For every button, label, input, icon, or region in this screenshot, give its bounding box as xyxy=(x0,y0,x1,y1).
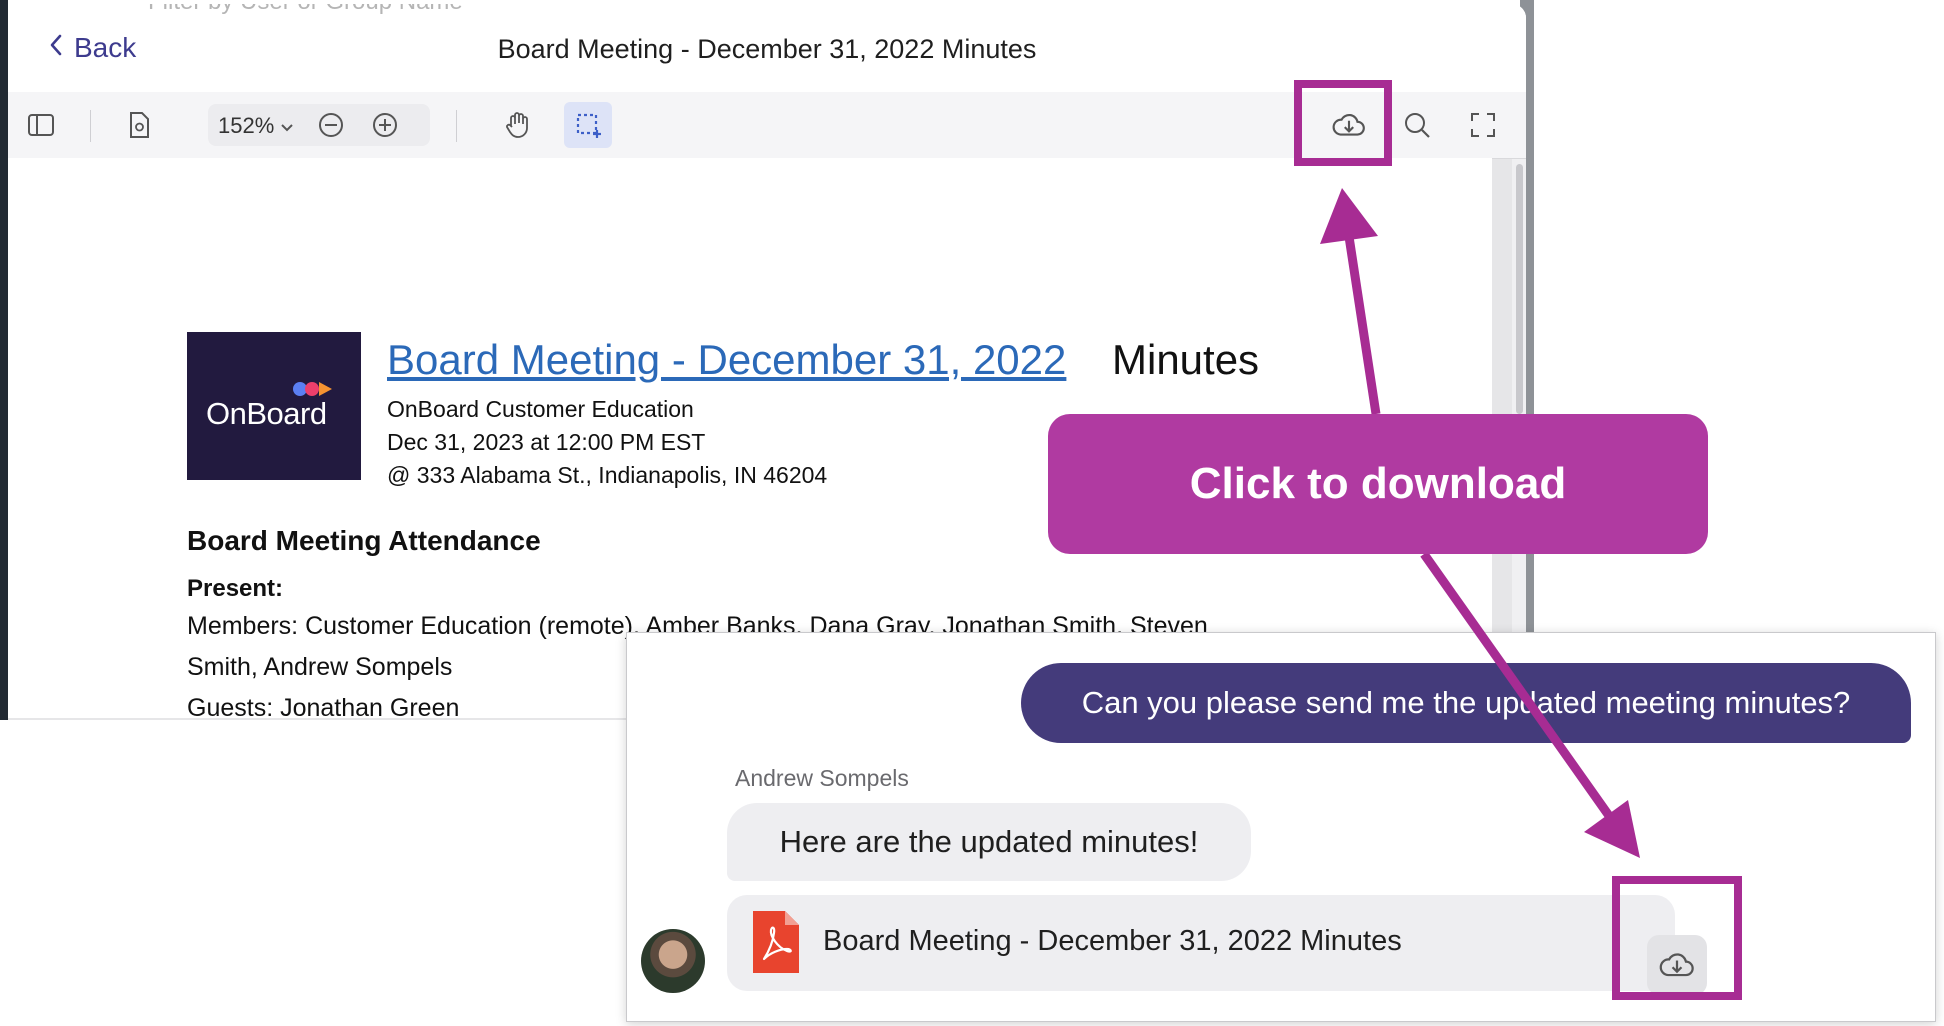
zoom-select[interactable]: 152% xyxy=(218,113,294,139)
sidebar-toggle-icon[interactable] xyxy=(22,106,60,144)
scrollbar-thumb[interactable] xyxy=(1516,164,1523,414)
search-icon[interactable] xyxy=(1398,106,1436,144)
background-app-strip xyxy=(0,0,8,720)
zoom-level: 152% xyxy=(218,113,275,138)
present-label: Present: xyxy=(187,575,284,602)
fullscreen-icon[interactable] xyxy=(1464,106,1502,144)
attachment-name: Board Meeting - December 31, 2022 Minute… xyxy=(823,925,1402,957)
select-tool-icon[interactable] xyxy=(564,102,612,148)
hand-tool-icon[interactable] xyxy=(498,106,536,144)
logo-text: OnBoard xyxy=(206,396,327,431)
zoom-control: 152% xyxy=(208,104,430,146)
outgoing-message-text: Can you please send me the updated meeti… xyxy=(1081,685,1851,720)
download-callout: Click to download xyxy=(1048,414,1708,554)
page-settings-icon[interactable] xyxy=(120,106,158,144)
zoom-out-icon[interactable] xyxy=(312,106,350,144)
zoom-in-icon[interactable] xyxy=(366,106,404,144)
toolbar-divider xyxy=(456,110,457,142)
pdf-icon xyxy=(753,911,799,973)
guests-line: Guests: Jonathan Green xyxy=(187,694,460,722)
document-location: @ 333 Alabama St., Indianapolis, IN 4620… xyxy=(387,462,828,488)
outgoing-message-bubble: Can you please send me the updated meeti… xyxy=(1021,663,1911,743)
attendance-heading: Board Meeting Attendance xyxy=(187,525,541,556)
logo-mark-icon xyxy=(293,382,332,396)
chevron-down-icon xyxy=(280,113,294,139)
members-line-continued: Smith, Andrew Sompels xyxy=(187,653,453,681)
viewer-title: Board Meeting - December 31, 2022 Minute… xyxy=(497,34,1037,64)
background-filter-placeholder: Filter by User or Group Name xyxy=(148,4,463,16)
document-heading-suffix: Minutes xyxy=(1112,336,1260,383)
callout-text: Click to download xyxy=(1189,459,1567,508)
document-heading-link[interactable]: Board Meeting - December 31, 2022 xyxy=(387,336,1066,384)
toolbar-divider xyxy=(90,110,91,142)
toolbar-download-highlight xyxy=(1294,80,1392,166)
document-org: OnBoard Customer Education xyxy=(387,396,694,422)
sender-name: Andrew Sompels xyxy=(735,765,909,791)
avatar xyxy=(641,929,705,993)
incoming-message-text: Here are the updated minutes! xyxy=(779,824,1199,859)
attachment-card[interactable]: Board Meeting - December 31, 2022 Minute… xyxy=(727,895,1675,991)
document-datetime: Dec 31, 2023 at 12:00 PM EST xyxy=(387,429,706,455)
incoming-message-bubble: Here are the updated minutes! xyxy=(727,803,1251,881)
chat-download-highlight xyxy=(1612,876,1742,1000)
